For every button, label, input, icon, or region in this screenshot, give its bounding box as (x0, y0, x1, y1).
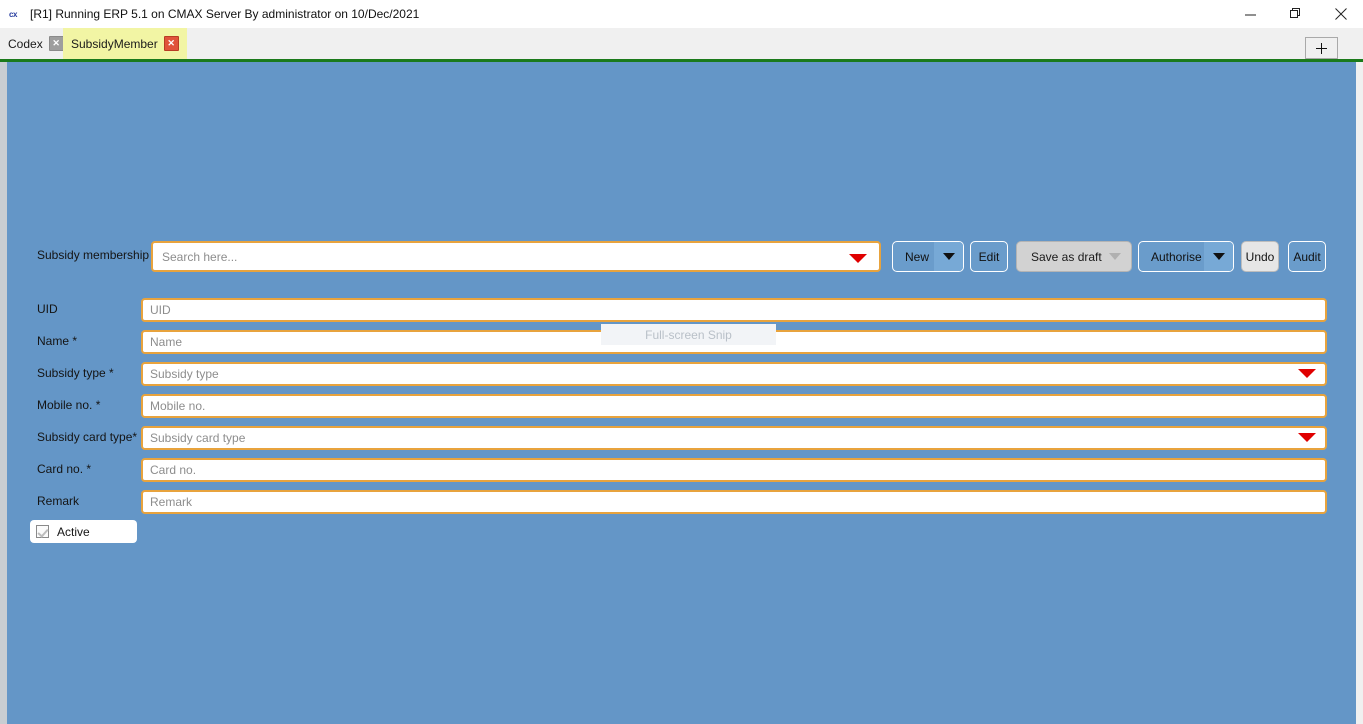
save-as-draft-dropdown-icon (1109, 242, 1121, 271)
search-placeholder: Search here... (162, 249, 238, 264)
label-uid: UID (37, 302, 58, 316)
placeholder-card-no: Card no. (150, 463, 197, 477)
restore-icon[interactable] (1273, 0, 1318, 28)
new-button[interactable]: New (892, 241, 964, 272)
title-bar: cx [R1] Running ERP 5.1 on CMAX Server B… (0, 0, 1363, 28)
input-uid[interactable]: UID (141, 298, 1327, 322)
input-remark[interactable]: Remark (141, 490, 1327, 514)
label-mobile-no: Mobile no. * (37, 398, 101, 412)
app-icon: cx (9, 9, 17, 19)
authorise-dropdown-icon[interactable] (1204, 242, 1233, 271)
window-title: [R1] Running ERP 5.1 on CMAX Server By a… (30, 7, 420, 21)
label-name: Name * (37, 334, 78, 348)
tab-codex-label: Codex (8, 36, 43, 51)
content-panel (0, 62, 1356, 724)
minimize-icon[interactable] (1228, 0, 1273, 28)
search-label: Subsidy membership (37, 248, 150, 262)
placeholder-mobile-no: Mobile no. (150, 399, 206, 413)
close-icon[interactable] (1318, 0, 1363, 28)
tab-subsidymember-label: SubsidyMember (71, 36, 158, 51)
full-screen-snip-label: Full-screen Snip (645, 327, 732, 342)
edit-button-label: Edit (978, 249, 1000, 264)
undo-button[interactable]: Undo (1241, 241, 1279, 272)
full-screen-snip-overlay: Full-screen Snip (601, 324, 776, 345)
tab-subsidymember[interactable]: SubsidyMember ✕ (63, 28, 187, 59)
undo-button-label: Undo (1245, 249, 1275, 264)
window-controls (1228, 0, 1363, 28)
tab-subsidymember-close-icon[interactable]: ✕ (163, 36, 179, 51)
audit-button-label: Audit (1293, 249, 1321, 264)
subsidy-card-type-dropdown-icon[interactable] (1298, 433, 1316, 442)
label-subsidy-type: Subsidy type * (37, 366, 114, 380)
input-subsidy-type[interactable]: Subsidy type (141, 362, 1327, 386)
plus-icon (1316, 42, 1327, 54)
label-remark: Remark (37, 494, 80, 508)
authorise-button[interactable]: Authorise (1138, 241, 1234, 272)
search-input[interactable]: Search here... (151, 241, 881, 272)
label-card-no: Card no. * (37, 462, 92, 476)
tab-codex[interactable]: Codex ✕ (0, 28, 72, 59)
active-checkbox[interactable]: Active (30, 520, 137, 543)
audit-button[interactable]: Audit (1288, 241, 1326, 272)
save-as-draft-button-label: Save as draft (1031, 249, 1102, 264)
placeholder-name: Name (150, 335, 183, 349)
placeholder-subsidy-card-type: Subsidy card type (150, 431, 246, 445)
new-dropdown-icon[interactable] (934, 242, 963, 271)
new-button-label: New (905, 249, 930, 264)
subsidy-type-dropdown-icon[interactable] (1298, 369, 1316, 378)
checkbox-checked-icon[interactable] (36, 525, 49, 538)
tab-strip: Codex ✕ SubsidyMember ✕ (0, 28, 1363, 60)
authorise-button-label: Authorise (1151, 249, 1202, 264)
placeholder-remark: Remark (150, 495, 193, 509)
edit-button[interactable]: Edit (970, 241, 1008, 272)
tab-codex-close-icon[interactable]: ✕ (48, 36, 64, 51)
active-checkbox-label: Active (57, 524, 90, 539)
placeholder-uid: UID (150, 303, 171, 317)
placeholder-subsidy-type: Subsidy type (150, 367, 219, 381)
new-tab-button[interactable] (1305, 37, 1338, 59)
input-mobile-no[interactable]: Mobile no. (141, 394, 1327, 418)
search-dropdown-icon[interactable] (849, 254, 867, 263)
save-as-draft-button: Save as draft (1016, 241, 1132, 272)
label-subsidy-card-type: Subsidy card type* (37, 430, 138, 444)
input-subsidy-card-type[interactable]: Subsidy card type (141, 426, 1327, 450)
input-card-no[interactable]: Card no. (141, 458, 1327, 482)
